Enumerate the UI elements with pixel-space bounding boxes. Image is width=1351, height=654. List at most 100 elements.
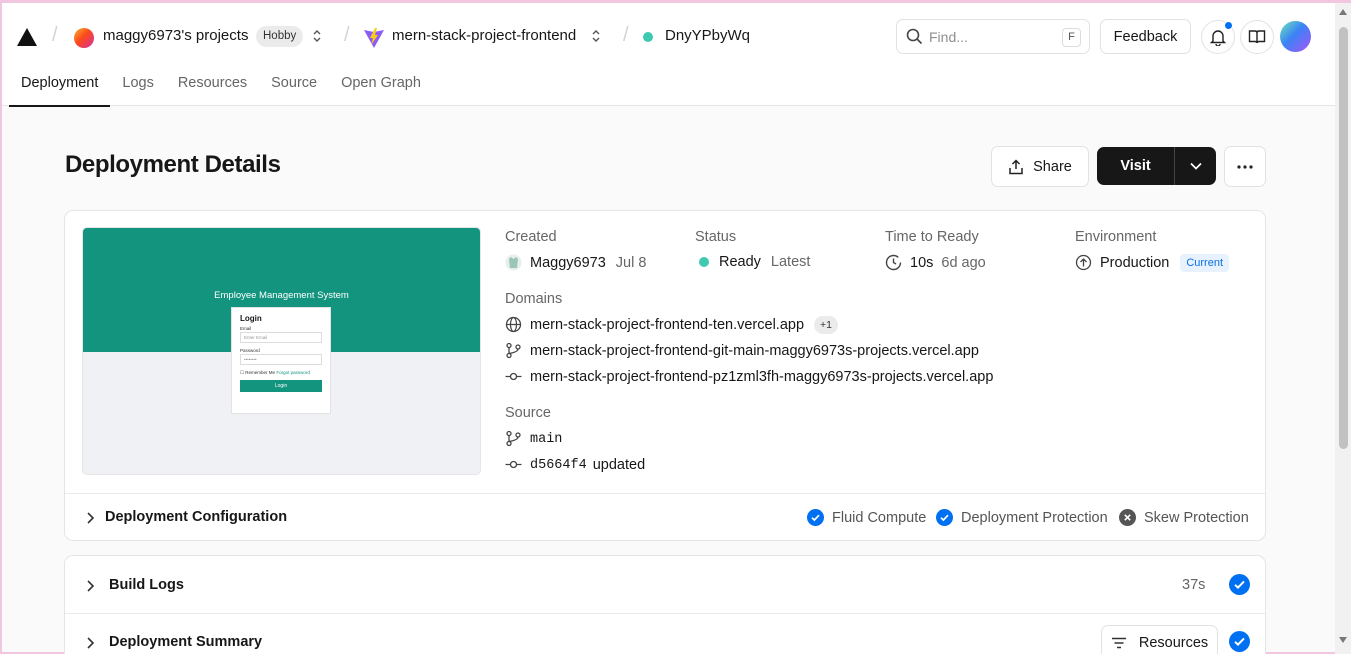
deployment-preview[interactable]: Employee Management System Login Email E… bbox=[82, 227, 481, 475]
preview-app-title: Employee Management System bbox=[214, 290, 349, 301]
deployment-id[interactable]: DnyYPbyWq bbox=[665, 27, 750, 44]
check-circle-icon bbox=[936, 509, 953, 526]
build-logs-row[interactable]: Build Logs 37s bbox=[65, 556, 1265, 613]
preview-login-heading: Login bbox=[240, 314, 262, 323]
more-domains-badge[interactable]: +1 bbox=[814, 316, 838, 334]
vercel-logo-icon[interactable] bbox=[16, 27, 38, 47]
book-icon bbox=[1248, 30, 1266, 44]
domain-link[interactable]: mern-stack-project-frontend-ten.vercel.a… bbox=[530, 317, 804, 333]
time-to-ready-label: Time to Ready bbox=[885, 229, 979, 245]
team-name[interactable]: maggy6973's projects bbox=[103, 27, 248, 44]
x-circle-icon bbox=[1119, 509, 1136, 526]
tab-resources[interactable]: Resources bbox=[166, 69, 259, 106]
scroll-down-arrow-icon[interactable] bbox=[1339, 637, 1347, 643]
domain-row: mern-stack-project-frontend-git-main-mag… bbox=[505, 342, 979, 360]
domain-row: mern-stack-project-frontend-pz1zml3fh-ma… bbox=[505, 368, 993, 386]
created-info: Maggy6973 Jul 8 bbox=[505, 254, 646, 272]
tab-open-graph[interactable]: Open Graph bbox=[329, 69, 433, 106]
git-branch-icon bbox=[505, 430, 522, 448]
plan-badge: Hobby bbox=[256, 26, 304, 47]
preview-email-label: Email bbox=[240, 326, 252, 331]
environment-info: Production Current bbox=[1075, 254, 1230, 272]
scrollbar-thumb[interactable] bbox=[1339, 27, 1348, 449]
source-label: Source bbox=[505, 405, 551, 421]
check-circle-icon bbox=[807, 509, 824, 526]
ellipsis-icon bbox=[1237, 164, 1253, 169]
git-branch-icon bbox=[505, 342, 522, 360]
production-arrow-icon bbox=[1075, 254, 1092, 272]
team-avatar bbox=[74, 28, 94, 48]
feature-skew-protection: Skew Protection bbox=[1119, 509, 1249, 526]
status-value: Ready bbox=[719, 254, 761, 270]
deployment-tabs: Deployment Logs Resources Source Open Gr… bbox=[9, 69, 433, 107]
source-branch[interactable]: main bbox=[530, 432, 562, 447]
project-name[interactable]: mern-stack-project-frontend bbox=[392, 27, 576, 44]
page-scrollbar[interactable] bbox=[1335, 3, 1351, 654]
chevron-down-icon bbox=[1189, 162, 1202, 170]
notification-indicator bbox=[1224, 21, 1233, 30]
commit-hash[interactable]: d5664f4 bbox=[530, 458, 587, 473]
environment-badge: Current bbox=[1180, 254, 1230, 272]
visit-button[interactable]: Visit bbox=[1097, 147, 1175, 185]
preview-remember-row: ☐ Remember Me Forgot password bbox=[240, 370, 310, 375]
build-duration: 37s bbox=[1182, 577, 1206, 593]
share-label: Share bbox=[1033, 158, 1072, 175]
feature-label: Skew Protection bbox=[1144, 509, 1249, 526]
tab-deployment[interactable]: Deployment bbox=[9, 69, 111, 107]
search-input[interactable] bbox=[929, 27, 1049, 47]
notifications-button[interactable] bbox=[1201, 20, 1235, 54]
resources-button[interactable]: Resources bbox=[1101, 625, 1218, 654]
status-ready-dot bbox=[699, 257, 709, 267]
deployment-configuration-row[interactable]: Deployment Configuration Fluid Compute D… bbox=[65, 493, 1265, 540]
vite-logo-icon bbox=[363, 27, 385, 49]
share-icon bbox=[1009, 158, 1023, 174]
preview-email-field: Enter Email bbox=[240, 332, 322, 343]
user-avatar[interactable] bbox=[1280, 21, 1311, 52]
commit-message: updated bbox=[592, 457, 646, 473]
search-icon bbox=[906, 28, 923, 46]
header-row: / maggy6973's projects Hobby / mern-stac… bbox=[2, 3, 1335, 69]
resources-label: Resources bbox=[1138, 634, 1209, 651]
time-to-ready-value: 10s bbox=[910, 255, 934, 271]
globe-icon bbox=[505, 316, 522, 334]
build-logs-title: Build Logs bbox=[109, 577, 184, 593]
deployment-configuration-title: Deployment Configuration bbox=[105, 509, 288, 525]
bell-icon bbox=[1210, 29, 1226, 46]
project-switcher-icon[interactable] bbox=[591, 28, 601, 44]
preview-password-label: Password bbox=[240, 348, 260, 353]
feature-label: Fluid Compute bbox=[832, 509, 927, 526]
feedback-button[interactable]: Feedback bbox=[1100, 19, 1191, 54]
environment-label: Environment bbox=[1075, 229, 1157, 245]
creator-name[interactable]: Maggy6973 bbox=[530, 255, 606, 271]
status-tag: Latest bbox=[770, 254, 811, 270]
clock-icon bbox=[885, 254, 902, 272]
search-box[interactable]: F bbox=[896, 19, 1090, 54]
time-ago: 6d ago bbox=[941, 255, 986, 271]
git-commit-icon bbox=[505, 368, 522, 386]
search-shortcut-key: F bbox=[1062, 28, 1081, 47]
more-options-button[interactable] bbox=[1224, 146, 1266, 187]
source-commit-row: d5664f4 updated bbox=[505, 456, 645, 474]
tab-logs[interactable]: Logs bbox=[110, 69, 165, 106]
docs-button[interactable] bbox=[1240, 20, 1274, 54]
preview-login-button: Login bbox=[240, 380, 322, 392]
feature-label: Deployment Protection bbox=[961, 509, 1108, 526]
status-info: Ready Latest bbox=[699, 254, 810, 270]
source-branch-row: main bbox=[505, 430, 562, 448]
git-commit-icon bbox=[505, 456, 522, 474]
tab-source[interactable]: Source bbox=[259, 69, 329, 106]
domain-link[interactable]: mern-stack-project-frontend-git-main-mag… bbox=[530, 343, 979, 359]
chevron-right-icon bbox=[85, 509, 95, 527]
domain-link[interactable]: mern-stack-project-frontend-pz1zml3fh-ma… bbox=[530, 369, 993, 385]
created-date: Jul 8 bbox=[615, 255, 647, 271]
share-button[interactable]: Share bbox=[991, 146, 1089, 187]
team-switcher-icon[interactable] bbox=[312, 28, 322, 44]
scroll-up-arrow-icon[interactable] bbox=[1339, 9, 1347, 15]
filter-lines-icon bbox=[1111, 637, 1126, 648]
deployment-details-card: Employee Management System Login Email E… bbox=[64, 210, 1266, 541]
domains-label: Domains bbox=[505, 291, 563, 307]
visit-dropdown-button[interactable] bbox=[1175, 147, 1216, 185]
build-summary-card: Build Logs 37s Deployment Summary Resour… bbox=[64, 555, 1266, 654]
deployment-summary-row[interactable]: Deployment Summary bbox=[65, 614, 1265, 654]
chevron-right-icon bbox=[85, 577, 95, 595]
